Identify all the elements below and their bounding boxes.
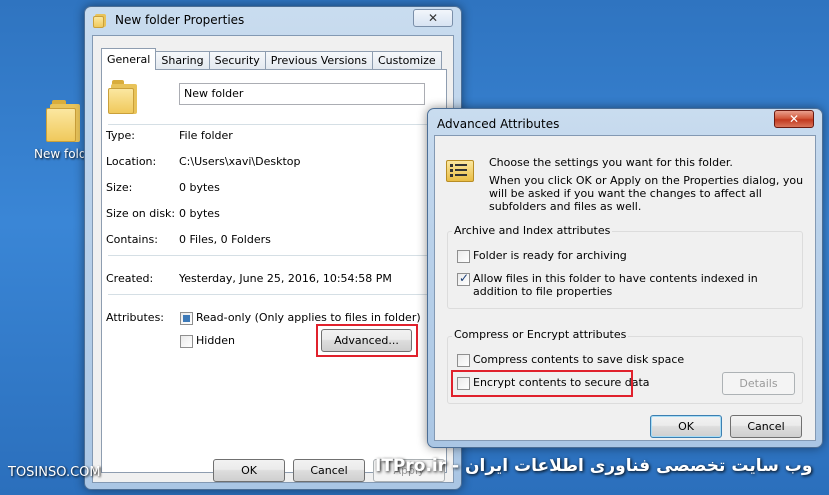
tab-general[interactable]: General [101, 48, 157, 70]
type-label: Type: [106, 129, 135, 142]
close-icon: ✕ [788, 112, 800, 126]
compress-label: Compress contents to save disk space [473, 353, 685, 366]
advanced-client: Choose the settings you want for this fo… [434, 135, 816, 441]
readonly-label: Read-only (Only applies to files in fold… [196, 311, 421, 324]
hidden-label: Hidden [196, 334, 236, 347]
watermark-right: ITPro.ir - وب سایت تخصصی فناوری اطلاعات … [375, 456, 813, 476]
general-panel: New folder Type: File folder Location: C… [101, 69, 447, 473]
folder-name-input[interactable]: New folder [179, 83, 425, 105]
advanced-cancel-button[interactable]: Cancel [730, 415, 802, 438]
intro-note: When you click OK or Apply on the Proper… [489, 174, 804, 213]
attributes-label: Attributes: [106, 311, 165, 324]
ok-button[interactable]: OK [213, 459, 285, 482]
hidden-checkbox[interactable] [180, 335, 193, 348]
tab-customize[interactable]: Customize [371, 51, 442, 70]
advanced-close-button[interactable]: ✕ [774, 110, 814, 128]
properties-window: New folder Properties ✕ General Sharing … [84, 6, 462, 490]
compress-checkbox[interactable] [457, 354, 470, 367]
intro-text: Choose the settings you want for this fo… [489, 156, 733, 169]
location-label: Location: [106, 155, 157, 168]
archiving-checkbox[interactable] [457, 250, 470, 263]
watermark-left: TOSINSO.COM [8, 465, 101, 480]
folder-settings-icon [446, 156, 476, 182]
properties-client: General Sharing Security Previous Versio… [92, 35, 454, 483]
archive-group-label: Archive and Index attributes [452, 224, 613, 237]
tab-strip: General Sharing Security Previous Versio… [101, 48, 442, 70]
size-label: Size: [106, 181, 133, 194]
indexing-checkbox[interactable] [457, 271, 470, 286]
advanced-attributes-dialog: Advanced Attributes ✕ Choose the setting… [427, 108, 823, 448]
advanced-ok-button[interactable]: OK [650, 415, 722, 438]
tab-sharing[interactable]: Sharing [155, 51, 210, 70]
encrypt-highlight-box [451, 370, 633, 397]
large-folder-icon [108, 80, 140, 116]
readonly-checkbox[interactable] [180, 312, 193, 325]
tab-previous-versions[interactable]: Previous Versions [264, 51, 373, 70]
created-value: Yesterday, June 25, 2016, 10:54:58 PM [179, 272, 392, 285]
archiving-label: Folder is ready for archiving [473, 249, 627, 262]
close-button[interactable]: ✕ [413, 9, 453, 27]
contains-label: Contains: [106, 233, 158, 246]
size-value: 0 bytes [179, 181, 220, 194]
properties-title: New folder Properties [115, 13, 245, 27]
type-value: File folder [179, 129, 233, 142]
close-icon: ✕ [427, 11, 439, 25]
tab-security[interactable]: Security [208, 51, 266, 70]
indexing-label: Allow files in this folder to have conte… [473, 272, 758, 298]
cancel-button[interactable]: Cancel [293, 459, 365, 482]
size-on-disk-label: Size on disk: [106, 207, 176, 220]
size-on-disk-value: 0 bytes [179, 207, 220, 220]
location-value: C:\Users\xavi\Desktop [179, 155, 301, 168]
created-label: Created: [106, 272, 154, 285]
title-folder-icon [93, 12, 107, 28]
compress-group-label: Compress or Encrypt attributes [452, 328, 629, 341]
contains-value: 0 Files, 0 Folders [179, 233, 271, 246]
details-button[interactable]: Details [722, 372, 795, 395]
advanced-title: Advanced Attributes [437, 117, 560, 131]
folder-icon [46, 98, 82, 142]
advanced-highlight-box [316, 324, 418, 357]
